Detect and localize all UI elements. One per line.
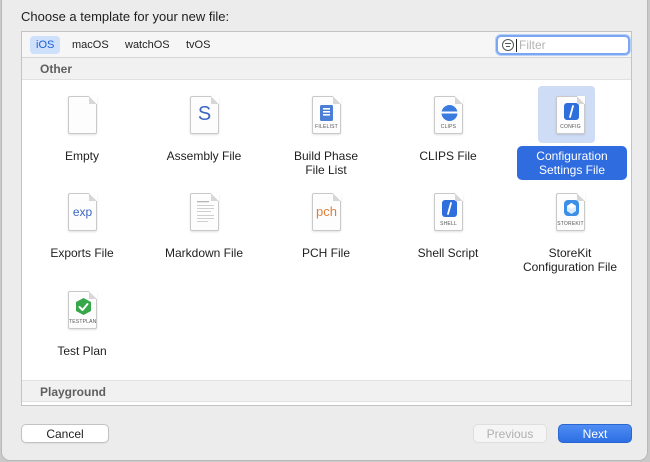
previous-button: Previous: [473, 424, 547, 443]
text-cursor: [516, 39, 517, 52]
template-test-plan[interactable]: TESTPLAN Test Plan: [22, 282, 142, 378]
template-empty[interactable]: Empty: [22, 87, 142, 183]
template-configuration-settings-file[interactable]: CONFIG Configuration Settings File: [510, 86, 630, 183]
template-shell-script[interactable]: SHELL Shell Script: [388, 184, 508, 280]
empty-file-icon: [59, 93, 105, 143]
markdown-icon: [181, 190, 227, 240]
template-label: Configuration Settings File: [517, 146, 627, 180]
template-label: StoreKit Configuration File: [522, 246, 618, 274]
template-chooser: iOS macOS watchOS tvOS Other Empty S: [21, 31, 632, 406]
template-label: PCH File: [301, 246, 350, 260]
template-label: Empty: [64, 149, 99, 163]
assembly-file-icon: S: [181, 93, 227, 143]
template-label: Assembly File: [166, 149, 242, 163]
template-build-phase-file-list[interactable]: FILELIST Build Phase File List: [266, 87, 386, 183]
template-storekit-configuration-file[interactable]: STOREKIT StoreKit Configuration File: [510, 184, 630, 280]
template-assembly-file[interactable]: S Assembly File: [144, 87, 264, 183]
template-label: Shell Script: [417, 246, 479, 260]
template-exports-file[interactable]: exp Exports File: [22, 184, 142, 280]
template-pch-file[interactable]: pch PCH File: [266, 184, 386, 280]
storekit-icon: STOREKIT: [547, 190, 593, 240]
tab-macos[interactable]: macOS: [66, 36, 115, 54]
template-label: Markdown File: [164, 246, 244, 260]
filelist-icon: FILELIST: [303, 93, 349, 143]
template-label: Build Phase File List: [293, 149, 359, 177]
testplan-icon: TESTPLAN: [59, 288, 105, 338]
template-clips-file[interactable]: CLIPS CLIPS File: [388, 87, 508, 183]
tab-ios[interactable]: iOS: [30, 36, 61, 54]
new-file-dialog: Choose a template for your new file: iOS…: [1, 0, 648, 461]
config-icon: CONFIG: [538, 86, 595, 143]
tab-watchos[interactable]: watchOS: [119, 36, 176, 54]
filter-field[interactable]: [496, 35, 630, 55]
template-markdown-file[interactable]: Markdown File: [144, 184, 264, 280]
template-label: Exports File: [50, 246, 114, 260]
exports-icon: exp: [59, 190, 105, 240]
template-label: Test Plan: [57, 344, 107, 358]
template-label: CLIPS File: [419, 149, 477, 163]
next-button[interactable]: Next: [558, 424, 632, 443]
filter-input[interactable]: [519, 37, 627, 53]
cancel-button[interactable]: Cancel: [21, 424, 109, 443]
platform-tab-bar: iOS macOS watchOS tvOS: [22, 32, 631, 58]
shell-icon: SHELL: [425, 190, 471, 240]
tab-tvos[interactable]: tvOS: [180, 36, 216, 54]
section-header-playground: Playground: [22, 380, 631, 402]
dialog-prompt: Choose a template for your new file:: [21, 9, 230, 24]
section-header-other: Other: [22, 58, 631, 80]
clips-icon: CLIPS: [425, 93, 471, 143]
filter-icon: [502, 39, 514, 51]
pch-icon: pch: [303, 190, 349, 240]
